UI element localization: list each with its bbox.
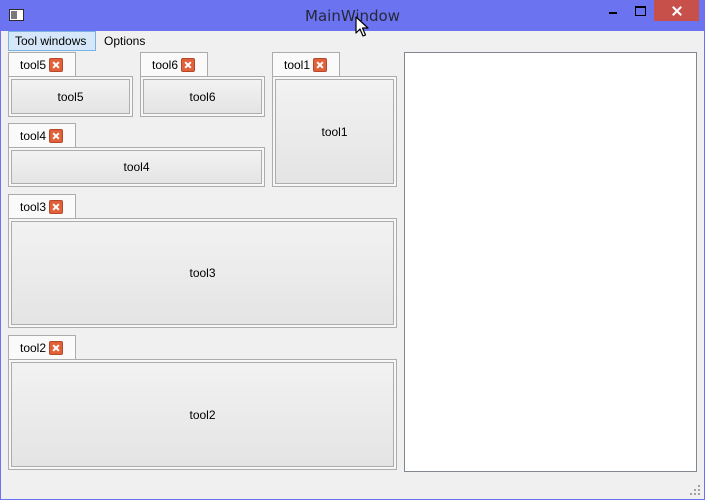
dock-frame: tool6: [140, 76, 265, 117]
dock-frame: tool5: [8, 76, 133, 117]
menu-tool-windows[interactable]: Tool windows: [8, 31, 96, 51]
tab-tool3[interactable]: tool3: [8, 194, 76, 219]
menu-bar: Tool windows Options: [1, 31, 704, 51]
tool6-button[interactable]: tool6: [143, 79, 262, 114]
tab-label: tool5: [20, 58, 47, 72]
tab-label: tool4: [20, 129, 47, 143]
menu-options[interactable]: Options: [98, 31, 152, 51]
central-widget[interactable]: [404, 52, 697, 472]
tab-label: tool2: [20, 341, 47, 355]
tool1-button[interactable]: tool1: [275, 79, 394, 184]
close-x-icon[interactable]: [181, 58, 195, 72]
close-button[interactable]: [654, 0, 699, 21]
minimize-button[interactable]: [600, 0, 626, 21]
dock-frame: tool4: [8, 147, 265, 187]
title-bar[interactable]: MainWindow: [0, 0, 705, 31]
tab-tool6[interactable]: tool6: [140, 52, 208, 77]
tool2-button[interactable]: tool2: [11, 362, 394, 467]
dock-tool2: tool2 tool2: [8, 335, 397, 470]
dock-frame: tool3: [8, 218, 397, 328]
close-x-icon[interactable]: [49, 58, 63, 72]
tab-label: tool1: [284, 58, 311, 72]
dock-tool4: tool4 tool4: [8, 123, 265, 187]
close-x-icon[interactable]: [49, 341, 63, 355]
main-window: MainWindow Tool windows Options tool5 to…: [0, 0, 705, 500]
dock-tool3: tool3 tool3: [8, 194, 397, 328]
resize-grip-icon[interactable]: [690, 485, 700, 495]
maximize-button[interactable]: [627, 0, 653, 21]
close-x-icon[interactable]: [49, 129, 63, 143]
client-area: Tool windows Options tool5 tool5 tool6 t…: [1, 31, 704, 499]
close-x-icon[interactable]: [49, 200, 63, 214]
dock-frame: tool2: [8, 359, 397, 470]
dock-tool6: tool6 tool6: [140, 52, 265, 117]
dock-tool5: tool5 tool5: [8, 52, 133, 117]
tool3-button[interactable]: tool3: [11, 221, 394, 325]
dock-frame: tool1: [272, 76, 397, 187]
dock-tool1: tool1 tool1: [272, 52, 397, 187]
tab-label: tool3: [20, 200, 47, 214]
tab-tool5[interactable]: tool5: [8, 52, 76, 77]
tab-label: tool6: [152, 58, 179, 72]
tab-tool1[interactable]: tool1: [272, 52, 340, 77]
mouse-pointer-icon: [355, 16, 369, 37]
tab-tool4[interactable]: tool4: [8, 123, 76, 148]
close-x-icon[interactable]: [313, 58, 327, 72]
tool4-button[interactable]: tool4: [11, 150, 262, 184]
tool5-button[interactable]: tool5: [11, 79, 130, 114]
tab-tool2[interactable]: tool2: [8, 335, 76, 360]
